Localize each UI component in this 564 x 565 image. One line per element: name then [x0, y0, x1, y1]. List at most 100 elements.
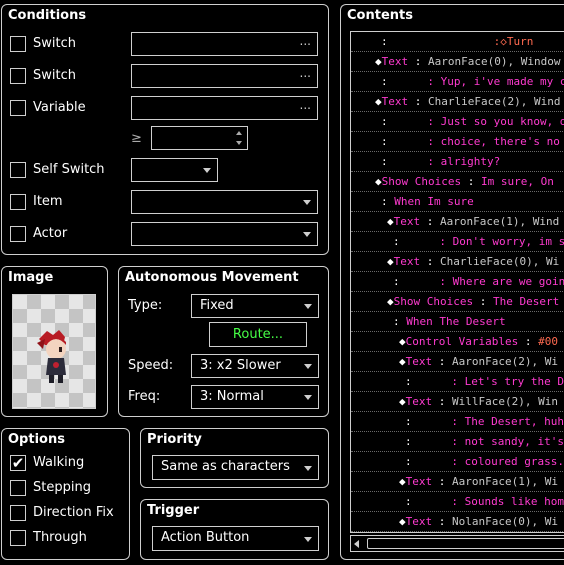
command-text: : — [381, 135, 428, 148]
scrollbar-thumb[interactable] — [367, 538, 564, 549]
command-row[interactable]: : : The Desert, huh? — [351, 412, 564, 432]
command-text: Show Choices — [393, 295, 474, 308]
command-row[interactable]: : : Just so you know, on — [351, 112, 564, 132]
variable-field[interactable]: ... — [131, 96, 318, 120]
command-text: : alrighty? — [427, 155, 501, 168]
spin-up-icon[interactable] — [236, 131, 242, 135]
horizontal-scrollbar[interactable] — [350, 535, 564, 552]
type-value: Fixed — [200, 298, 234, 313]
command-text: Text — [405, 395, 433, 408]
command-bullet-icon: ◆ — [387, 295, 394, 308]
spin-down-icon[interactable] — [236, 141, 242, 145]
command-row[interactable]: ◆Control Variables : #00 — [351, 332, 564, 352]
conditions-title: Conditions — [8, 8, 87, 23]
route-button[interactable]: Route... — [209, 322, 307, 347]
switch1-label: Switch — [33, 36, 76, 51]
stepping-checkbox[interactable] — [10, 480, 26, 496]
command-row[interactable]: : : Sounds like home — [351, 492, 564, 512]
command-text: AaronFace(0), Window — [428, 55, 561, 68]
switch1-field[interactable]: ... — [131, 32, 318, 56]
command-bullet-icon: ◆ — [387, 215, 394, 228]
command-bullet-icon: ◆ — [387, 255, 394, 268]
self-switch-label: Self Switch — [33, 162, 105, 177]
command-row[interactable]: ◆Text : AaronFace(1), Wi — [351, 472, 564, 492]
command-text: : — [432, 475, 452, 488]
command-text: : — [405, 435, 452, 448]
command-text: WillFace(2), Win — [452, 395, 558, 408]
actor-select[interactable] — [131, 222, 318, 246]
command-row[interactable]: : : Let's try the De — [351, 372, 564, 392]
trigger-select[interactable]: Action Button — [152, 526, 319, 551]
trigger-title: Trigger — [147, 503, 200, 518]
command-text: : Yup, i've made my ch — [427, 75, 564, 88]
command-row[interactable]: ◆Text : AaronFace(2), Wi — [351, 352, 564, 372]
event-command-list[interactable]: : :◇Turn ◆Text : AaronFace(0), Window: : … — [350, 31, 564, 533]
image-preview[interactable] — [12, 294, 96, 409]
command-text: : — [420, 215, 440, 228]
command-row[interactable]: : :◇Turn — [351, 32, 564, 52]
variable-value-spinner[interactable] — [151, 126, 248, 150]
command-row[interactable]: ◆Text : WillFace(2), Win — [351, 392, 564, 412]
switch1-checkbox[interactable] — [10, 36, 26, 52]
self-switch-select[interactable] — [131, 158, 218, 182]
switch2-checkbox[interactable] — [10, 68, 26, 84]
command-text: : — [381, 195, 395, 208]
walking-checkbox[interactable]: ✔ — [10, 455, 26, 471]
command-row[interactable]: : : coloured grass. — [351, 452, 564, 472]
command-row[interactable]: : : Don't worry, im su — [351, 232, 564, 252]
command-text: : — [393, 235, 440, 248]
command-text: Show Choices — [381, 175, 462, 188]
command-bullet-icon: ◆ — [399, 335, 406, 348]
scroll-left-icon[interactable] — [354, 540, 359, 548]
freq-label: Freq: — [128, 389, 161, 404]
command-bullet-icon: ◆ — [375, 175, 382, 188]
chevron-down-icon — [304, 465, 312, 471]
command-text: : — [381, 115, 428, 128]
command-bullet-icon: ◆ — [375, 55, 382, 68]
command-row[interactable]: : : choice, there's no g — [351, 132, 564, 152]
chevron-down-icon — [303, 200, 311, 205]
command-row[interactable]: ◆Text : CharlieFace(2), Wind — [351, 92, 564, 112]
command-row[interactable]: ◆Text : CharlieFace(0), Wi — [351, 252, 564, 272]
command-text: Text — [405, 355, 433, 368]
command-row[interactable]: ◆Text : NolanFace(0), Wi — [351, 512, 564, 532]
command-row[interactable]: ◆Show Choices : Im sure, On — [351, 172, 564, 192]
command-text: : — [393, 275, 440, 288]
ellipsis-icon[interactable]: ... — [300, 34, 311, 48]
switch2-field[interactable]: ... — [131, 64, 318, 88]
command-row[interactable]: : : not sandy, it's — [351, 432, 564, 452]
actor-label: Actor — [33, 226, 68, 241]
direction-fix-checkbox[interactable] — [10, 505, 26, 521]
item-checkbox[interactable] — [10, 194, 26, 210]
item-label: Item — [33, 194, 63, 209]
route-button-label: Route... — [232, 327, 284, 342]
command-text: : — [408, 95, 428, 108]
through-checkbox[interactable] — [10, 530, 26, 546]
type-select[interactable]: Fixed — [191, 294, 319, 318]
command-row[interactable]: ◆Show Choices : The Desert — [351, 292, 564, 312]
command-row[interactable]: : When The Desert — [351, 312, 564, 332]
ellipsis-icon[interactable]: ... — [300, 66, 311, 80]
item-select[interactable] — [131, 190, 318, 214]
command-text: #00 — [538, 335, 558, 348]
command-row[interactable]: : : alrighty? — [351, 152, 564, 172]
variable-checkbox[interactable] — [10, 100, 26, 116]
command-row[interactable]: : When Im sure — [351, 192, 564, 212]
chevron-down-icon — [304, 304, 312, 309]
actor-checkbox[interactable] — [10, 226, 26, 242]
ellipsis-icon[interactable]: ... — [300, 98, 311, 112]
command-text: :◇Turn — [493, 35, 534, 48]
freq-select[interactable]: 3: Normal — [191, 385, 319, 409]
command-text: Control Variables — [405, 335, 519, 348]
stepping-label: Stepping — [33, 480, 91, 495]
self-switch-checkbox[interactable] — [10, 162, 26, 178]
command-row[interactable]: ◆Text : AaronFace(0), Window — [351, 52, 564, 72]
command-row[interactable]: : : Where are we going — [351, 272, 564, 292]
command-row[interactable]: ◆Text : AaronFace(1), Wind — [351, 212, 564, 232]
priority-select[interactable]: Same as characters — [152, 455, 319, 480]
chevron-down-icon — [304, 536, 312, 542]
speed-select[interactable]: 3: x2 Slower — [191, 354, 319, 378]
autonomous-movement-title: Autonomous Movement — [125, 270, 299, 285]
command-text: The Desert — [492, 295, 560, 308]
command-row[interactable]: : : Yup, i've made my ch — [351, 72, 564, 92]
